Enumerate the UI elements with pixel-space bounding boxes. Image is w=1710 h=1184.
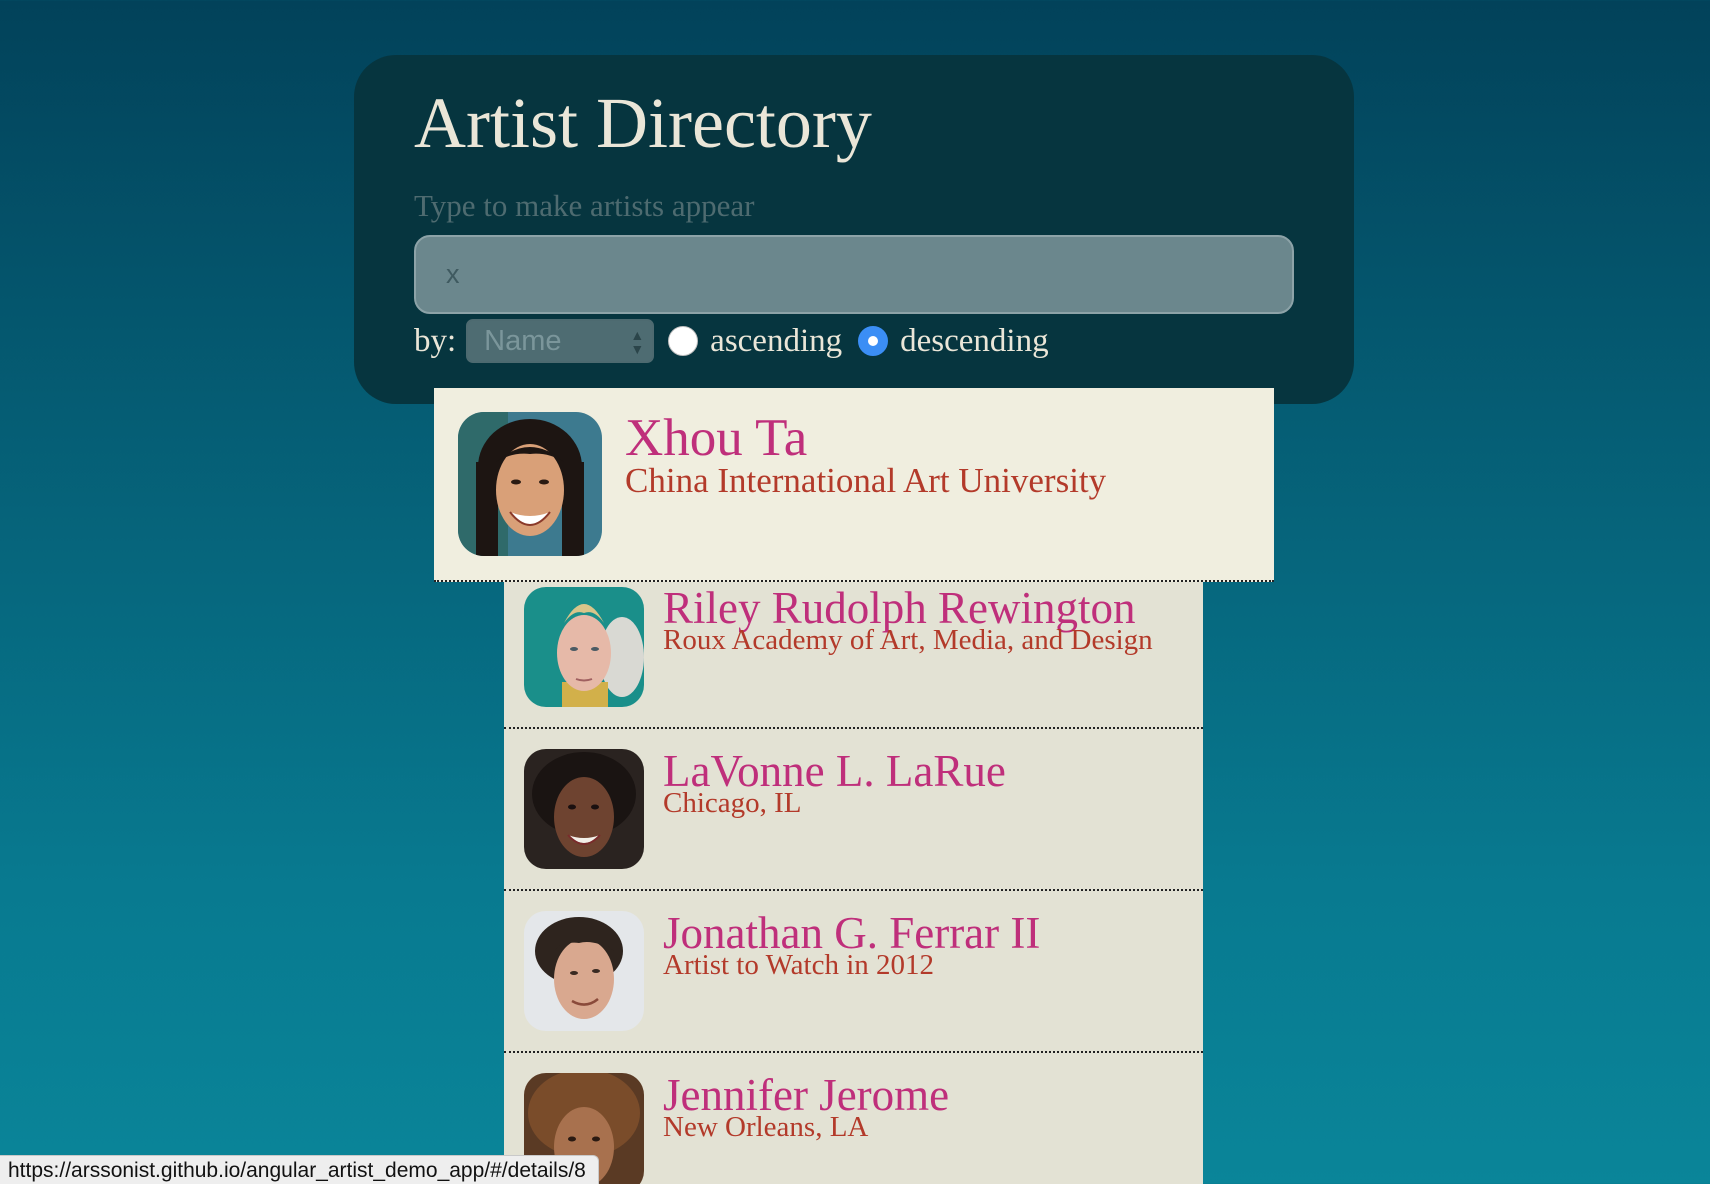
avatar (524, 749, 644, 869)
search-input[interactable] (414, 235, 1294, 314)
artist-detail: Chicago, IL (663, 787, 802, 819)
list-item[interactable]: Jennifer Jerome New Orleans, LA (504, 1053, 1203, 1184)
portrait-icon (524, 911, 644, 1031)
artist-detail: New Orleans, LA (663, 1111, 869, 1143)
avatar (458, 412, 602, 556)
artist-name: Xhou Ta (625, 409, 808, 467)
featured-list-item[interactable]: Xhou Ta China International Art Universi… (434, 388, 1274, 582)
portrait-icon (458, 412, 602, 556)
status-bar-url: https://arssonist.github.io/angular_arti… (0, 1155, 599, 1184)
artist-list: Riley Rudolph Rewington Roux Academy of … (504, 581, 1203, 1184)
ascending-label[interactable]: ascending (710, 323, 842, 360)
ascending-radio[interactable] (668, 326, 699, 356)
descending-radio[interactable] (858, 326, 889, 356)
search-panel: Artist Directory Type to make artists ap… (354, 55, 1354, 404)
descending-label[interactable]: descending (900, 323, 1048, 360)
search-hint: Type to make artists appear (414, 188, 755, 223)
artist-detail: Artist to Watch in 2012 (663, 949, 934, 981)
sort-by-label: by: (414, 322, 457, 359)
avatar (524, 587, 644, 707)
page-title: Artist Directory (414, 83, 872, 163)
list-item[interactable]: LaVonne L. LaRue Chicago, IL (504, 729, 1203, 891)
sort-controls: by: Name ▲ ▼ ascending descending (414, 316, 1051, 366)
avatar (524, 911, 644, 1031)
list-item[interactable]: Riley Rudolph Rewington Roux Academy of … (504, 581, 1203, 729)
portrait-icon (524, 749, 644, 869)
portrait-icon (524, 587, 644, 707)
artist-detail: Roux Academy of Art, Media, and Design (663, 624, 1153, 656)
sort-field-select[interactable]: Name ▲ ▼ (466, 319, 655, 363)
select-arrows-icon: ▲ ▼ (630, 327, 645, 357)
artist-detail: China International Art University (625, 461, 1107, 500)
list-item[interactable]: Jonathan G. Ferrar II Artist to Watch in… (504, 891, 1203, 1053)
sort-field-value: Name (484, 324, 562, 357)
